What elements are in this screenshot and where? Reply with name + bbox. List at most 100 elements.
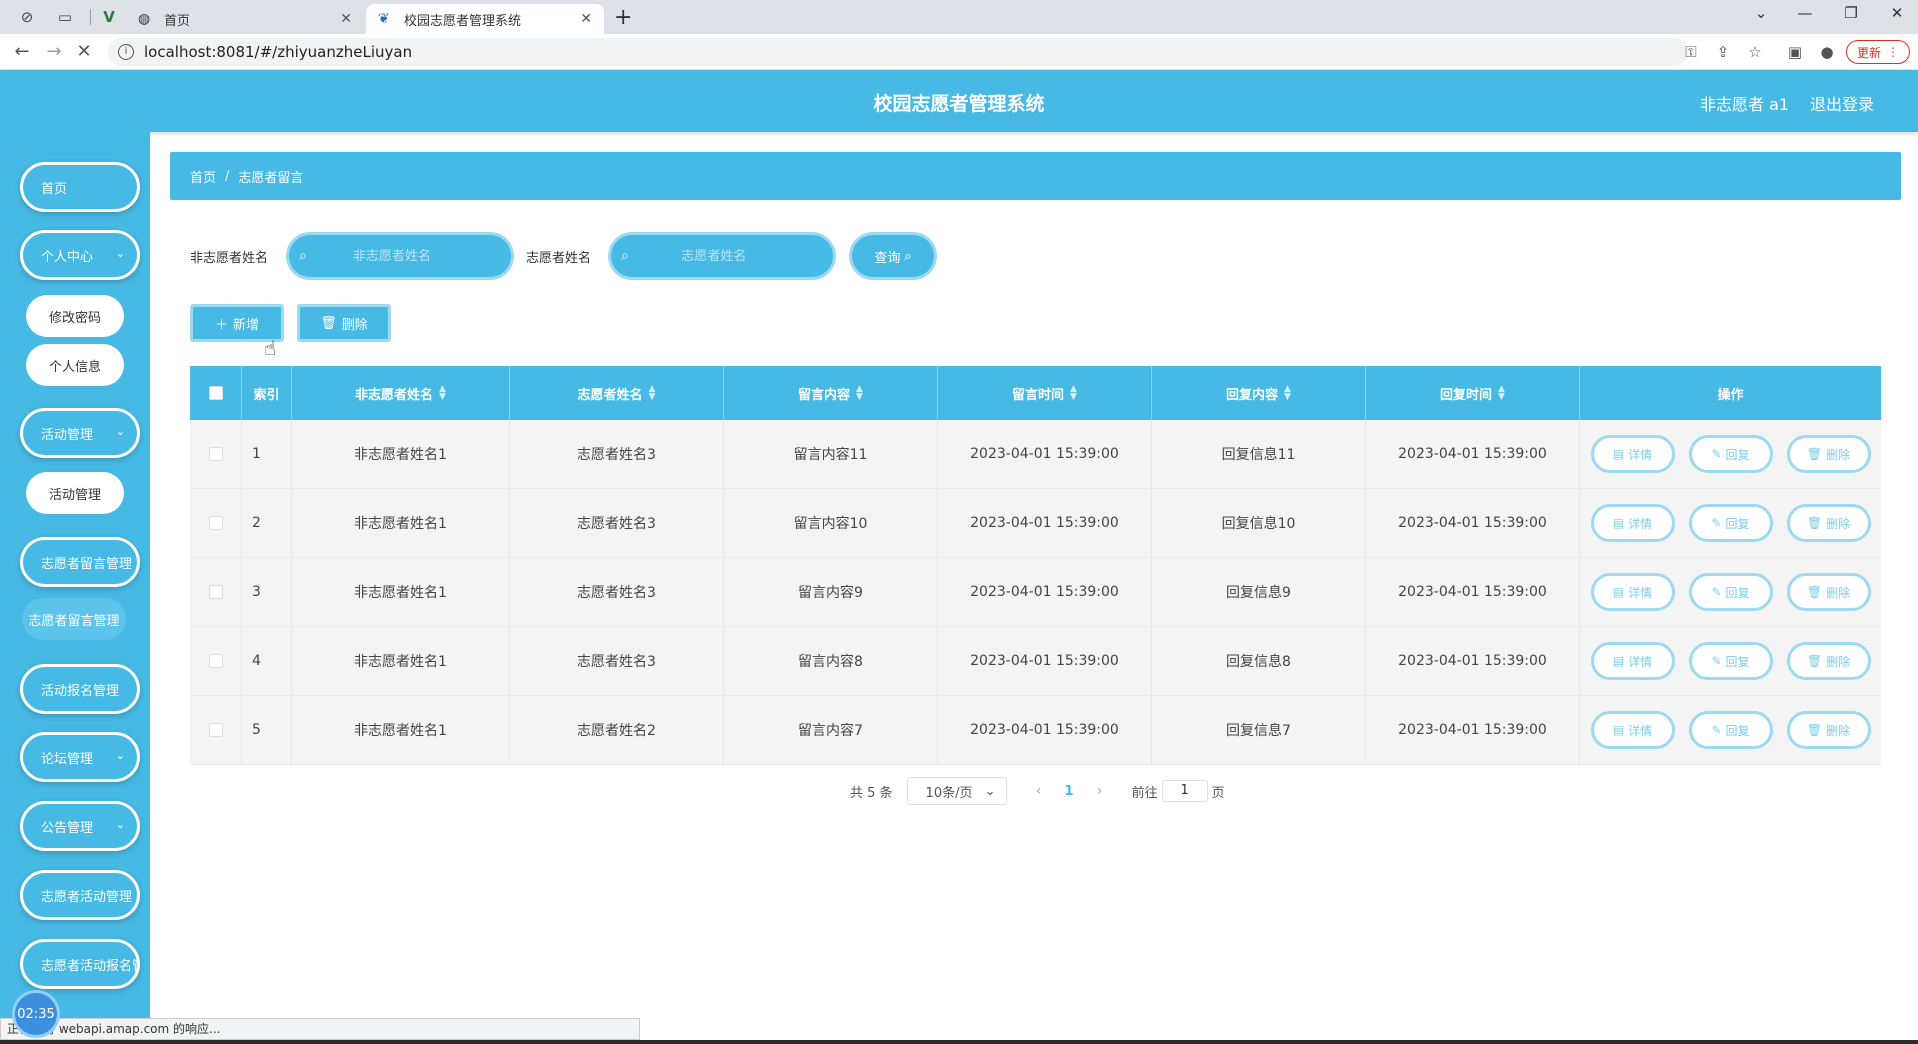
reply-button[interactable]: ✎ 回复 xyxy=(1688,573,1773,611)
column-header-reply-time[interactable]: 回复时间 ▲ ▼ xyxy=(1366,366,1580,420)
blank-tab-icon[interactable]: ▭ xyxy=(52,6,78,28)
detail-button[interactable]: ▤ 详情 xyxy=(1590,504,1675,542)
column-header-reply[interactable]: 回复内容 ▲ ▼ xyxy=(1152,366,1366,420)
browser-tab-app[interactable]: ❦ 校园志愿者管理系统 ✕ xyxy=(366,4,604,34)
chevron-down-icon[interactable]: ⌄ xyxy=(1746,4,1776,22)
key-icon[interactable]: ⚿ xyxy=(1680,43,1702,61)
page-size-select[interactable]: 10条/页 ⌄ xyxy=(906,777,1007,805)
cell-reply: 回复信息7 xyxy=(1152,696,1366,764)
browser-status-bar: 正在等待 webapi.amap.com 的响应... xyxy=(0,1018,640,1040)
new-tab-icon[interactable]: + xyxy=(614,5,632,30)
star-icon[interactable]: ☆ xyxy=(1744,43,1766,61)
nonvolunteer-name-search[interactable]: ⌕ xyxy=(286,232,514,280)
sidebar-item-message-management[interactable]: 志愿者留言管理 xyxy=(20,537,140,587)
nonvolunteer-name-input[interactable] xyxy=(306,248,477,264)
detail-button[interactable]: ▤ 详情 xyxy=(1590,642,1675,680)
sidebar-item-home[interactable]: 首页 xyxy=(20,162,140,212)
sidebar-subitem-change-password[interactable]: 修改密码 xyxy=(26,295,124,337)
globe-icon[interactable]: ⊘ xyxy=(14,6,40,28)
sidebar-item-personal-center[interactable]: 个人中心 ⌄ xyxy=(20,230,140,280)
cell-volunteer: 志愿者姓名3 xyxy=(510,489,724,557)
share-icon[interactable]: ⇪ xyxy=(1712,43,1734,61)
sort-icon[interactable]: ▲ ▼ xyxy=(1070,385,1077,402)
prev-page-icon[interactable]: ‹ xyxy=(1029,783,1049,799)
url-field[interactable]: i localhost:8081/#/zhiyuanzheLiuyan xyxy=(108,38,1688,66)
logout-link[interactable]: 退出登录 xyxy=(1810,91,1874,115)
delete-button[interactable]: 🗑 删除 xyxy=(1786,642,1871,680)
close-icon[interactable]: ✕ xyxy=(340,11,352,27)
chevron-down-icon: ⌄ xyxy=(115,749,125,762)
sort-icon[interactable]: ▲ ▼ xyxy=(1498,385,1505,402)
forward-icon[interactable]: → xyxy=(42,41,66,62)
sort-icon[interactable]: ▲ ▼ xyxy=(649,385,656,402)
vue-icon[interactable]: V xyxy=(96,6,122,28)
cell-reply-time: 2023-04-01 15:39:00 xyxy=(1366,696,1580,764)
document-icon: ▤ xyxy=(1612,723,1625,737)
column-header-content[interactable]: 留言内容 ▲ ▼ xyxy=(724,366,938,420)
goto-page-input[interactable]: 1 xyxy=(1161,780,1208,802)
nonvolunteer-name-label: 非志愿者姓名 xyxy=(190,251,269,266)
edit-icon: ✎ xyxy=(1711,654,1722,668)
recording-timer: 02:35 xyxy=(12,990,60,1038)
volunteer-name-input[interactable] xyxy=(628,248,799,264)
sidebar-item-activity-management[interactable]: 活动管理 ⌄ xyxy=(20,408,140,458)
row-checkbox[interactable] xyxy=(208,516,223,530)
delete-button[interactable]: 🗑 删除 xyxy=(1786,573,1871,611)
table-header: 索引 非志愿者姓名 ▲ ▼ 志愿者姓名 ▲ ▼ 留言内容 ▲ ▼ 留言时间 ▲ ▼ 回复内容 ▲ ▼… xyxy=(190,366,1881,420)
detail-button[interactable]: ▤ 详情 xyxy=(1590,711,1675,749)
delete-button[interactable]: 🗑 删除 xyxy=(1786,504,1871,542)
sidebar-subitem-activity-management[interactable]: 活动管理 xyxy=(26,472,124,514)
next-page-icon[interactable]: › xyxy=(1090,783,1110,799)
cell-content: 留言内容8 xyxy=(724,627,938,695)
delete-button[interactable]: 🗑 删除 xyxy=(1786,711,1871,749)
detail-button[interactable]: ▤ 详情 xyxy=(1590,573,1675,611)
cell-index: 3 xyxy=(242,558,292,626)
back-icon[interactable]: ← xyxy=(10,41,34,62)
cell-volunteer: 志愿者姓名3 xyxy=(510,627,724,695)
sidebar-item-volunteer-activity[interactable]: 志愿者活动管理 xyxy=(20,870,140,920)
column-header-actions: 操作 xyxy=(1717,387,1744,403)
row-checkbox[interactable] xyxy=(208,447,223,461)
sidepanel-icon[interactable]: ▣ xyxy=(1784,43,1806,61)
update-button[interactable]: 更新 ⋮ xyxy=(1846,40,1910,64)
restore-icon[interactable]: ❐ xyxy=(1836,4,1866,22)
minimize-icon[interactable]: — xyxy=(1790,4,1820,22)
reply-button[interactable]: ✎ 回复 xyxy=(1688,711,1773,749)
breadcrumb-home[interactable]: 首页 xyxy=(190,167,216,186)
row-checkbox[interactable] xyxy=(208,585,223,599)
info-icon[interactable]: i xyxy=(118,44,134,60)
sidebar-subitem-personal-info[interactable]: 个人信息 xyxy=(26,344,124,386)
sidebar-item-notice-management[interactable]: 公告管理 ⌄ xyxy=(20,801,140,851)
reply-button[interactable]: ✎ 回复 xyxy=(1688,435,1773,473)
volunteer-name-search[interactable]: ⌕ xyxy=(608,232,836,280)
select-all-checkbox[interactable] xyxy=(208,386,223,400)
column-header-volunteer[interactable]: 志愿者姓名 ▲ ▼ xyxy=(510,366,724,420)
profile-icon[interactable]: ● xyxy=(1816,43,1838,61)
row-checkbox[interactable] xyxy=(208,723,223,737)
sidebar-item-volunteer-signup[interactable]: 志愿者活动报名管理 xyxy=(20,939,140,989)
detail-button[interactable]: ▤ 详情 xyxy=(1590,435,1675,473)
app-favicon-icon: ❦ xyxy=(378,11,390,27)
row-checkbox[interactable] xyxy=(208,654,223,668)
delete-button[interactable]: 🗑 删除 xyxy=(1786,435,1871,473)
close-window-icon[interactable]: ✕ xyxy=(1882,4,1912,22)
reply-button[interactable]: ✎ 回复 xyxy=(1688,642,1773,680)
sidebar-item-forum-management[interactable]: 论坛管理 ⌄ xyxy=(20,732,140,782)
reply-button[interactable]: ✎ 回复 xyxy=(1688,504,1773,542)
sort-icon[interactable]: ▲ ▼ xyxy=(856,385,863,402)
cell-nonvolunteer: 非志愿者姓名1 xyxy=(292,420,510,488)
close-icon[interactable]: ✕ xyxy=(580,11,592,27)
sidebar-item-signup-management[interactable]: 活动报名管理 xyxy=(20,664,140,714)
select-all-cell xyxy=(190,366,242,420)
column-header-nonvolunteer[interactable]: 非志愿者姓名 ▲ ▼ xyxy=(292,366,510,420)
query-button[interactable]: 查询 ⌕ xyxy=(849,232,937,280)
current-page[interactable]: 1 xyxy=(1065,784,1074,799)
browser-tab-home[interactable]: ◍ 首页 ✕ xyxy=(126,4,364,34)
sidebar-subitem-message-management[interactable]: 志愿者留言管理 xyxy=(22,598,126,640)
batch-delete-button[interactable]: 🗑 删除 xyxy=(297,304,391,342)
more-icon: ⋮ xyxy=(1887,45,1899,59)
sort-icon[interactable]: ▲ ▼ xyxy=(439,385,446,402)
stop-icon[interactable]: ✕ xyxy=(72,41,96,62)
column-header-time[interactable]: 留言时间 ▲ ▼ xyxy=(938,366,1152,420)
sort-icon[interactable]: ▲ ▼ xyxy=(1284,385,1291,402)
